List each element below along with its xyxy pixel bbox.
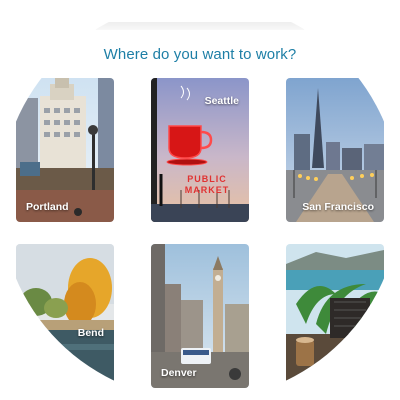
honolulu-photo: [286, 244, 384, 388]
city-label: San Francisco: [302, 201, 374, 213]
city-card-portland[interactable]: Portland: [16, 78, 114, 222]
city-selector-panel: Where do you want to work? Portland PUBL…: [0, 0, 400, 400]
bend-photo: [16, 244, 114, 388]
city-card-san-francisco[interactable]: San Francisco: [286, 78, 384, 222]
city-card-honolulu[interactable]: Hon: [286, 244, 384, 388]
city-label: Bend: [77, 327, 104, 339]
page-title: Where do you want to work?: [103, 46, 297, 63]
top-banner: [95, 22, 305, 30]
sign-line-public: PUBLIC: [187, 174, 227, 184]
city-card-seattle[interactable]: PUBLIC MARKET Seattle: [151, 78, 249, 222]
sign-line-market: MARKET: [185, 185, 230, 195]
city-card-denver[interactable]: Denver: [151, 244, 249, 388]
city-label: Portland: [26, 201, 69, 213]
city-label: Denver: [161, 367, 197, 379]
city-label: Hon: [353, 327, 374, 339]
city-card-bend[interactable]: Bend: [16, 244, 114, 388]
city-label: Seattle: [204, 95, 239, 107]
